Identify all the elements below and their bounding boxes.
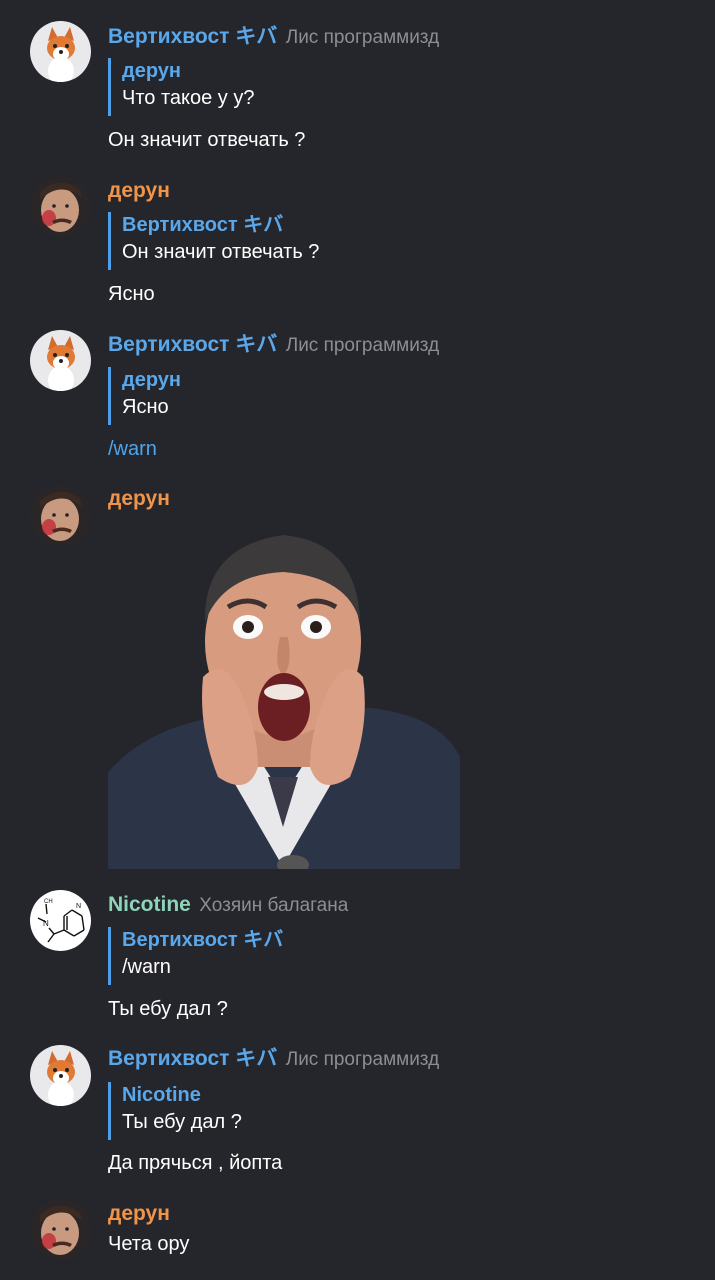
message-text: Чета ору [108,1233,190,1255]
author-role: Лис программизд [285,335,440,356]
reply-text: Он значит отвечать ? [122,241,320,263]
message-header: дерун [108,486,170,512]
nicotine-molecule-icon[interactable] [30,890,91,951]
author-name[interactable]: дерун [108,179,170,202]
message-text: Он значит отвечать ? [108,129,306,151]
man-avatar-icon[interactable] [30,176,91,237]
author-role: Лис программизд [285,1049,440,1070]
reply-author: дерун [122,369,181,391]
fox-avatar-icon[interactable] [30,330,91,391]
reply-author: Nicotine [122,1084,201,1106]
reply-quote[interactable]: Вертихвост キバ Он значит отвечать ? [108,212,319,270]
reply-quote[interactable]: дерун Ясно [108,367,181,425]
man-avatar-icon[interactable] [30,485,91,546]
man-avatar-icon[interactable] [30,1199,91,1260]
author-name[interactable]: дерун [108,1202,170,1225]
author-name[interactable]: дерун [108,487,170,510]
reply-quote[interactable]: Nicotine Ты ебу дал ? [108,1082,242,1140]
reply-quote[interactable]: Вертихвост キバ /warn [108,927,283,985]
reply-text: Ты ебу дал ? [122,1111,242,1133]
author-name[interactable]: Вертихвост キバ [108,25,277,48]
author-role: Хозяин балагана [199,895,349,916]
reply-author: Вертихвост キバ [122,214,284,236]
reply-quote[interactable]: дерун Что такое у у? [108,58,254,116]
message-header: Nicotine Хозяин балагана [108,892,348,918]
message-header: дерун [108,1201,170,1227]
author-name[interactable]: Nicotine [108,893,191,916]
message-header: Вертихвост キバ Лис программизд [108,332,439,358]
author-name[interactable]: Вертихвост キバ [108,1047,277,1070]
reply-text: Что такое у у? [122,87,255,109]
reply-author: дерун [122,60,181,82]
message-header: Вертихвост キバ Лис программизд [108,24,439,50]
message-text: Ясно [108,283,155,305]
author-role: Лис программизд [285,27,440,48]
message-header: Вертихвост キバ Лис программизд [108,1046,439,1072]
shocked-man-sticker[interactable] [108,527,460,875]
fox-avatar-icon[interactable] [30,21,91,82]
fox-avatar-icon[interactable] [30,1045,91,1106]
message-text: Да прячься , йопта [108,1152,283,1174]
reply-text: /warn [122,956,171,978]
author-name[interactable]: Вертихвост キバ [108,333,277,356]
reply-author: Вертихвост キバ [122,929,284,951]
message-header: дерун [108,178,170,204]
reply-text: Ясно [122,396,169,418]
command-link[interactable]: /warn [108,435,157,463]
message-text: Ты ебу дал ? [108,998,228,1020]
